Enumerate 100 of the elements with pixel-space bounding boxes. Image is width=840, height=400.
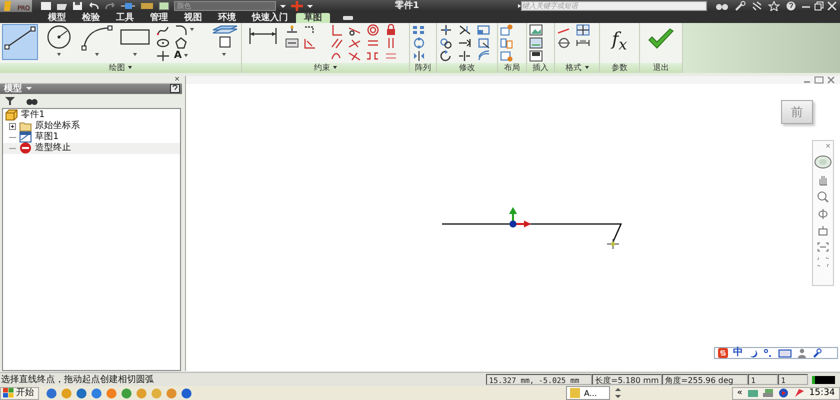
offset-icon[interactable] [477, 50, 491, 62]
circular-pattern-icon[interactable] [412, 36, 426, 49]
ribbon-tab[interactable]: 模型 [40, 12, 74, 23]
center-point-icon[interactable] [557, 36, 571, 49]
zoom-all-icon[interactable] [817, 242, 829, 252]
hand-icon[interactable] [817, 174, 829, 186]
keyboard-icon[interactable] [778, 348, 792, 358]
split-icon[interactable] [458, 50, 472, 62]
panel-label[interactable]: 约束 [314, 62, 330, 73]
caret-icon[interactable] [56, 52, 61, 56]
line-tool[interactable] [2, 24, 38, 60]
ribbon-tab[interactable]: 检验 [74, 12, 108, 23]
move-icon[interactable] [439, 24, 453, 36]
caret-icon[interactable] [333, 66, 337, 70]
origin-point [510, 220, 516, 228]
save-icon[interactable] [72, 1, 84, 11]
browser-header[interactable]: 模型 [0, 84, 182, 94]
redo-icon[interactable] [104, 1, 116, 11]
clock: 15:34 [809, 388, 836, 399]
caret-icon[interactable] [133, 52, 138, 56]
wrench-icon[interactable] [812, 348, 822, 358]
memory-indicator [812, 376, 835, 384]
constraint-settings-icon[interactable] [303, 36, 317, 49]
input-method-logo-icon[interactable] [718, 348, 728, 358]
stop-icon [19, 142, 32, 154]
ribbon-tab[interactable]: 草图 [296, 12, 330, 23]
stack-icon[interactable] [762, 388, 774, 398]
concentric-constraint-icon[interactable] [366, 24, 380, 36]
ribbon-tab[interactable]: 工具 [108, 12, 142, 23]
make-components-icon[interactable] [500, 36, 514, 49]
caret-icon[interactable] [128, 66, 132, 70]
punctuation-icon[interactable] [763, 348, 773, 358]
show-hidden-icons-button[interactable]: « [737, 388, 743, 399]
sketch-icon [19, 131, 32, 144]
caret-icon[interactable] [584, 66, 588, 70]
binoculars-icon[interactable] [715, 1, 729, 11]
orbit-icon[interactable] [817, 208, 829, 220]
make-part-icon[interactable] [500, 24, 514, 36]
new-file-icon[interactable] [40, 1, 52, 11]
caret-icon[interactable] [190, 28, 194, 32]
y-axis-arrow [509, 206, 517, 222]
stretch-icon[interactable] [477, 36, 491, 49]
help-icon[interactable] [170, 84, 180, 94]
moon-icon[interactable] [748, 348, 758, 358]
user-icon[interactable] [797, 348, 807, 358]
polygon-icon[interactable] [174, 36, 188, 49]
look-at-icon[interactable] [817, 224, 829, 237]
star-icon[interactable] [768, 1, 780, 11]
ribbon-tab[interactable]: 视图 [176, 12, 210, 23]
parameters-tool[interactable]: f$_{x}$ [612, 28, 628, 57]
cursor-crosshair-icon [606, 238, 620, 250]
taskbar-button[interactable]: A... [566, 386, 610, 400]
help-icon[interactable] [785, 1, 797, 11]
lock-icon[interactable] [384, 24, 398, 36]
player-icon[interactable] [778, 388, 790, 398]
parallel-constraint-icon[interactable] [330, 36, 344, 49]
rectangular-pattern-icon[interactable] [412, 24, 426, 36]
symmetric-constraint-icon[interactable] [348, 50, 362, 62]
fillet-icon[interactable] [174, 24, 188, 36]
mirror-icon[interactable] [412, 50, 426, 62]
perpendicular-constraint-icon[interactable] [330, 24, 344, 36]
wrench-icon[interactable] [734, 1, 746, 11]
show-constraints-icon[interactable] [285, 36, 299, 49]
text-tool[interactable]: A [174, 50, 182, 62]
point-icon[interactable] [156, 50, 170, 62]
ellipse-icon[interactable] [156, 36, 170, 49]
caret-icon[interactable] [94, 52, 99, 56]
tree-item[interactable]: 草图1 [3, 132, 180, 143]
copy-icon[interactable] [439, 36, 453, 49]
steering-wheel-icon[interactable] [813, 154, 833, 169]
tree-item[interactable]: 造型终止 [3, 142, 180, 154]
create-block-icon[interactable] [500, 50, 514, 62]
rotate-icon[interactable] [439, 50, 453, 62]
panel-label[interactable]: 绘图 [109, 62, 125, 73]
arc-icon [80, 24, 114, 52]
input-mode-toggle[interactable]: 中 [733, 347, 743, 358]
undo-icon[interactable] [88, 1, 100, 11]
ribbon-tab[interactable]: 环境 [210, 12, 244, 23]
start-button[interactable]: 开始 [0, 386, 39, 400]
extend-icon[interactable] [458, 36, 472, 49]
windows-logo-icon [3, 388, 14, 398]
autocad-file-icon[interactable] [529, 50, 543, 62]
zoom-window-icon[interactable] [817, 256, 829, 267]
select-icon[interactable] [120, 1, 136, 11]
tree-item[interactable]: 原始坐标系 [3, 120, 180, 132]
import-points-icon[interactable] [529, 36, 543, 49]
ribbon-tab[interactable]: 快速入门 [244, 12, 296, 23]
zoom-icon[interactable] [817, 190, 829, 203]
caret-icon[interactable] [222, 52, 226, 56]
collinear-constraint-icon[interactable] [366, 50, 380, 62]
trim-icon[interactable] [458, 24, 472, 36]
tree-item[interactable]: 零件1 [3, 110, 180, 121]
spinner-icon[interactable] [614, 387, 622, 400]
image-icon[interactable] [529, 24, 543, 36]
expander-icon[interactable] [9, 122, 16, 130]
caret-icon[interactable] [184, 54, 188, 58]
centerline-icon[interactable] [576, 24, 590, 36]
ribbon-tab[interactable]: 管理 [142, 12, 176, 23]
scale-icon[interactable] [477, 24, 491, 36]
restore-icon[interactable] [814, 1, 824, 11]
